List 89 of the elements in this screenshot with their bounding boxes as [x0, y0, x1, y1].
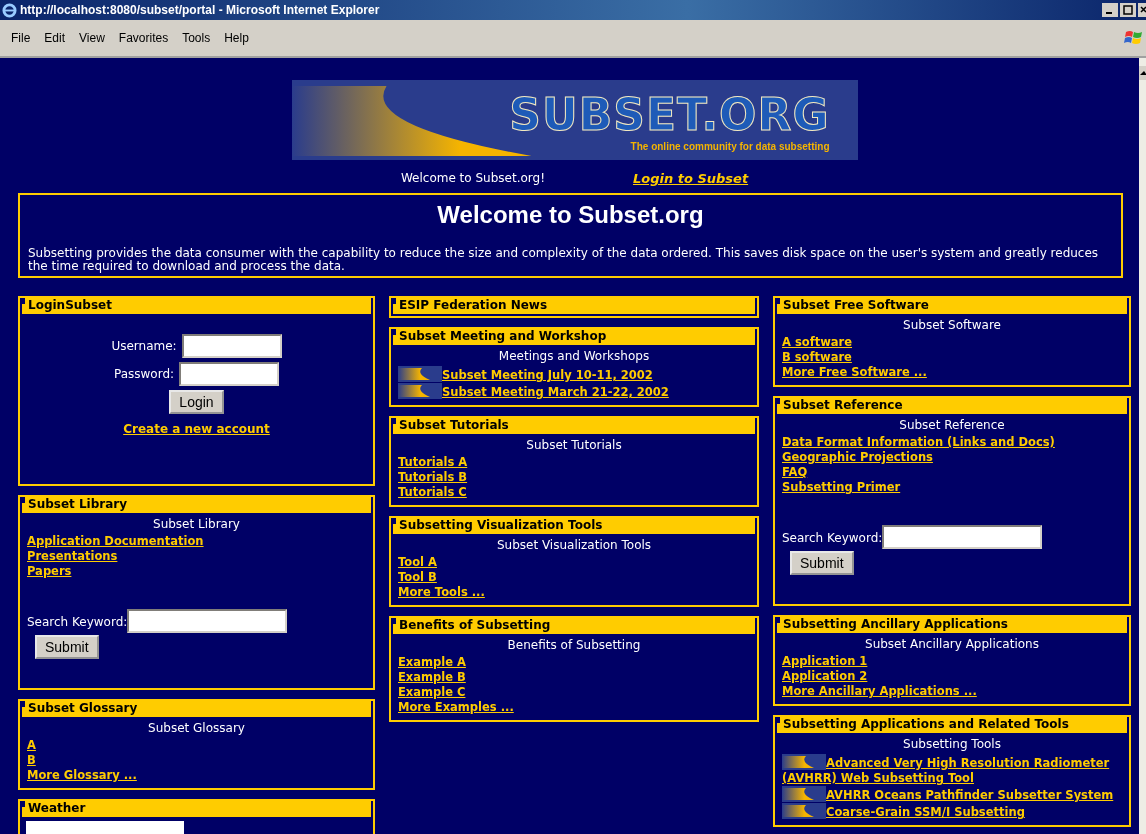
panel-link[interactable]: Tool A [398, 555, 750, 570]
login-link[interactable]: Login to Subset [632, 171, 749, 186]
panel-link[interactable]: A [27, 738, 366, 753]
panel-link[interactable]: Example C [398, 685, 750, 700]
search-label: Search Keyword: [782, 530, 883, 545]
panel-link[interactable]: Papers [27, 564, 366, 579]
minimize-icon[interactable] [1102, 3, 1118, 17]
password-field[interactable] [179, 362, 280, 386]
search-field[interactable] [882, 525, 1043, 549]
panel-link[interactable]: Tool B [398, 570, 750, 585]
swoosh-icon [398, 383, 442, 399]
panel-subtitle: Subset Software [902, 317, 1002, 333]
menu-item[interactable]: Tools [175, 31, 218, 45]
scrollbar[interactable] [1139, 58, 1146, 834]
search-label: Search Keyword: [27, 614, 128, 629]
panel-link[interactable]: Application 2 [782, 669, 1122, 684]
swoosh-icon [398, 366, 442, 382]
menu-item[interactable]: Help [217, 31, 256, 45]
panel-header: Subset Tutorials [393, 418, 755, 434]
panel-subtitle: Benefits of Subsetting [506, 637, 642, 653]
create-account-link[interactable]: Create a new account [123, 422, 270, 437]
panel-link[interactable]: AVHRR Oceans Pathfinder Subsetter System [782, 786, 1122, 803]
panel-link[interactable]: Application 1 [782, 654, 1122, 669]
panel-link[interactable]: B software [782, 350, 1122, 365]
panel-header: LoginSubset [22, 298, 371, 314]
username-field[interactable] [181, 334, 282, 358]
panel-header: Subset Reference [777, 398, 1127, 414]
panel-link[interactable]: Presentations [27, 549, 366, 564]
panel-link[interactable]: Example A [398, 655, 750, 670]
panel-header: Subset Free Software [777, 298, 1127, 314]
panel-subtitle: Subset Tutorials [525, 437, 623, 453]
login-button[interactable]: Login [169, 390, 224, 414]
menu-item[interactable]: File [4, 31, 38, 45]
field-label: Password: [113, 367, 175, 381]
browser-icon [2, 2, 17, 18]
swoosh-icon [782, 786, 826, 802]
window-title: http://localhost:8080/subset/portal - Microsoft Internet Explorer [20, 3, 381, 17]
welcome-text: Welcome to Subset.org! [400, 171, 545, 186]
menu-item[interactable]: View [72, 31, 112, 45]
panel-link[interactable]: Coarse-Grain SSM/I Subsetting [782, 803, 1122, 820]
panel-link[interactable]: More Tools ... [398, 585, 750, 600]
panel-link[interactable]: More Free Software ... [782, 365, 1122, 380]
swoosh-icon [782, 754, 826, 770]
panel-header: Subsetting Visualization Tools [393, 518, 755, 534]
panel-subtitle: Meetings and Workshops [497, 348, 651, 364]
panel-header: Subset Library [22, 497, 371, 513]
panel-link[interactable]: B [27, 753, 366, 768]
swoosh-icon [782, 803, 826, 819]
panel-header: Benefits of Subsetting [393, 618, 755, 634]
close-icon[interactable] [1138, 3, 1146, 17]
panel-link[interactable]: Subset Meeting March 21-22, 2002 [398, 383, 750, 400]
panel-link[interactable]: FAQ [782, 465, 1122, 480]
panel-link[interactable]: More Glossary ... [27, 768, 366, 783]
panel-link[interactable]: Example B [398, 670, 750, 685]
panel-subtitle: Subset Library [152, 516, 241, 532]
submit-button[interactable]: Submit [35, 635, 99, 659]
panel-header: Weather [22, 801, 371, 817]
panel-link[interactable]: More Ancillary Applications ... [782, 684, 1122, 699]
field-label: Username: [111, 339, 177, 353]
panel-link[interactable]: Advanced Very High Resolution Radiometer (AVHRR) Web Subsetting Tool [782, 754, 1122, 786]
intro-text: Subsetting provides the data consumer with the capability to reduce the size and complexity of the data ordered. This saves disk space on the user's system and greatly reduces the time required to download and process the data. [28, 247, 1100, 273]
scroll-up-icon[interactable] [1139, 66, 1146, 80]
panel-link[interactable]: Subsetting Primer [782, 480, 1122, 495]
panel-header: Subset Glossary [22, 701, 371, 717]
panel-subtitle: Subset Glossary [147, 720, 246, 736]
panel-header: Subsetting Ancillary Applications [777, 617, 1127, 633]
menu-item[interactable]: Edit [37, 31, 73, 45]
panel-header: Subsetting Applications and Related Tools [777, 717, 1127, 733]
site-logo: SUBSET.ORG The online community for data subsetting [291, 80, 858, 160]
search-field[interactable] [127, 609, 288, 633]
menu-item[interactable]: Favorites [111, 31, 176, 45]
panel-link[interactable]: A software [782, 335, 1122, 350]
panel-link[interactable]: Tutorials B [398, 470, 750, 485]
panel-link[interactable]: Geographic Projections [782, 450, 1122, 465]
panel-link[interactable]: Subset Meeting July 10-11, 2002 [398, 366, 750, 383]
panel-link[interactable]: Tutorials C [398, 485, 750, 500]
submit-button[interactable]: Submit [790, 551, 854, 575]
intro-heading: Welcome to Subset.org [436, 201, 705, 229]
panel-link[interactable]: More Examples ... [398, 700, 750, 715]
panel-subtitle: Subset Visualization Tools [495, 537, 653, 553]
panel-subtitle: Subsetting Tools [902, 736, 1002, 752]
panel-link[interactable]: Application Documentation [27, 534, 366, 549]
panel-subtitle: Subset Reference [898, 417, 1006, 433]
maximize-icon[interactable] [1120, 3, 1136, 17]
panel-header: ESIP Federation News [393, 298, 755, 314]
panel-link[interactable]: Data Format Information (Links and Docs) [782, 435, 1122, 450]
panel-subtitle: Subset Ancillary Applications [864, 636, 1040, 652]
panel-header: Subset Meeting and Workshop [393, 329, 755, 345]
panel-link[interactable]: Tutorials A [398, 455, 750, 470]
